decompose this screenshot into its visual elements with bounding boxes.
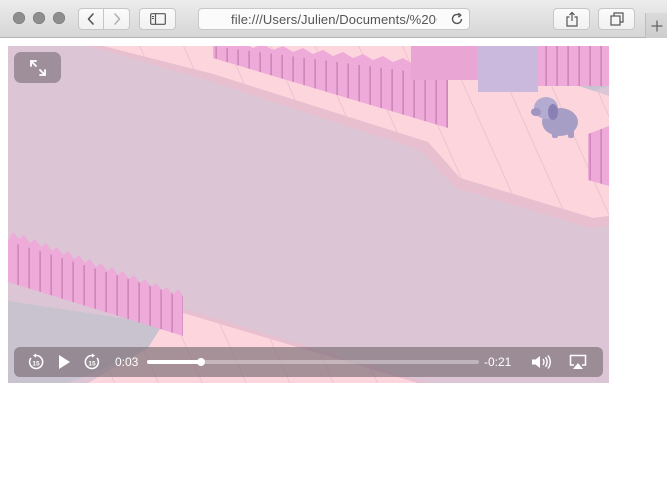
address-bar[interactable]: file:///Users/Julien/Documents/%20C	[198, 8, 470, 30]
fullscreen-button[interactable]	[14, 52, 61, 83]
progress-knob[interactable]	[197, 358, 206, 366]
video-frame	[8, 46, 609, 383]
video-player[interactable]: 15 15 0:03 -0:21	[8, 46, 609, 383]
volume-button[interactable]	[529, 347, 555, 377]
skip-back-button[interactable]: 15	[24, 347, 48, 377]
close-window-button[interactable]	[13, 12, 25, 24]
minimize-window-button[interactable]	[33, 12, 45, 24]
skip-forward-15-icon: 15	[84, 353, 100, 370]
zoom-window-button[interactable]	[53, 12, 65, 24]
forward-button[interactable]	[104, 8, 130, 30]
building-pink	[411, 46, 481, 80]
reload-icon	[451, 12, 463, 25]
plus-icon	[651, 20, 662, 31]
play-button[interactable]	[54, 347, 74, 377]
progress-fill	[147, 360, 202, 364]
skip-forward-label: 15	[88, 361, 96, 368]
tabs-overview-button[interactable]	[598, 8, 635, 30]
building-fence-top	[538, 46, 609, 86]
share-icon	[565, 11, 578, 27]
airplay-icon	[569, 354, 587, 369]
right-fence	[588, 126, 609, 186]
sidebar-button[interactable]	[139, 8, 176, 30]
chevron-left-icon	[87, 13, 94, 25]
skip-forward-button[interactable]: 15	[80, 347, 104, 377]
expand-arrows-icon	[29, 59, 46, 76]
skip-back-15-icon: 15	[28, 353, 44, 370]
browser-toolbar: file:///Users/Julien/Documents/%20C	[0, 0, 667, 38]
progress-slider[interactable]	[147, 358, 479, 366]
remaining-time: -0:21	[484, 355, 512, 369]
chevron-right-icon	[113, 13, 120, 25]
skip-back-label: 15	[32, 361, 40, 368]
tabs-overview-icon	[609, 12, 624, 26]
airplay-button[interactable]	[566, 347, 590, 377]
play-icon	[59, 355, 70, 369]
video-controls-bar: 15 15 0:03 -0:21	[14, 347, 603, 377]
navigation-buttons	[78, 8, 130, 30]
volume-icon	[532, 355, 551, 369]
reload-button[interactable]	[450, 12, 464, 31]
address-text: file:///Users/Julien/Documents/%20C	[231, 12, 437, 27]
sidebar-icon	[149, 13, 166, 25]
share-button[interactable]	[553, 8, 590, 30]
building-lavender	[478, 46, 538, 92]
back-button[interactable]	[78, 8, 104, 30]
current-time: 0:03	[115, 355, 139, 369]
new-tab-button[interactable]	[645, 13, 667, 38]
